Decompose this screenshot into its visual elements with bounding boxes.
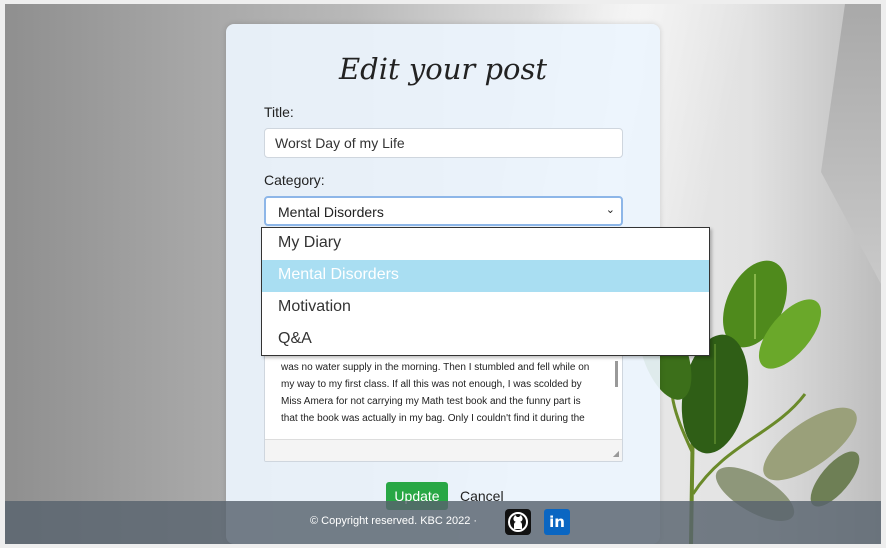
title-label: Title:	[264, 104, 294, 120]
content-line: Miss Amera for not carrying my Math test…	[281, 396, 581, 407]
content-footer-bar: ◢	[265, 439, 622, 461]
category-selected-value: Mental Disorders	[278, 204, 384, 220]
footer: © Copyright reserved. KBC 2022 · in	[5, 501, 881, 544]
dropdown-option-qa[interactable]: Q&A	[262, 324, 709, 356]
category-dropdown-list[interactable]: My Diary Mental Disorders Motivation Q&A	[261, 227, 710, 356]
content-line: my way to my first class. If all this wa…	[281, 379, 582, 390]
background-shadow	[821, 4, 881, 284]
github-icon[interactable]	[505, 509, 531, 535]
linkedin-icon[interactable]: in	[544, 509, 570, 535]
content-line: that the book was actually in my bag. On…	[281, 413, 585, 424]
content-scrollbar[interactable]	[615, 361, 618, 387]
title-input[interactable]: Worst Day of my Life	[264, 128, 623, 158]
page-title: Edit your post	[338, 52, 548, 86]
content-text: was no water supply in the morning. Then…	[281, 359, 607, 427]
dropdown-option-motivation[interactable]: Motivation	[262, 292, 709, 324]
category-label: Category:	[264, 172, 325, 188]
chevron-down-icon: ⌄	[605, 204, 615, 216]
content-line: was no water supply in the morning. Then…	[281, 362, 590, 373]
dropdown-option-mental-disorders[interactable]: Mental Disorders	[262, 260, 709, 292]
category-select[interactable]: Mental Disorders ⌄	[264, 196, 623, 226]
copyright-text: © Copyright reserved. KBC 2022 ·	[310, 515, 478, 527]
dropdown-option-my-diary[interactable]: My Diary	[262, 228, 709, 260]
resize-handle-icon[interactable]: ◢	[613, 449, 619, 458]
